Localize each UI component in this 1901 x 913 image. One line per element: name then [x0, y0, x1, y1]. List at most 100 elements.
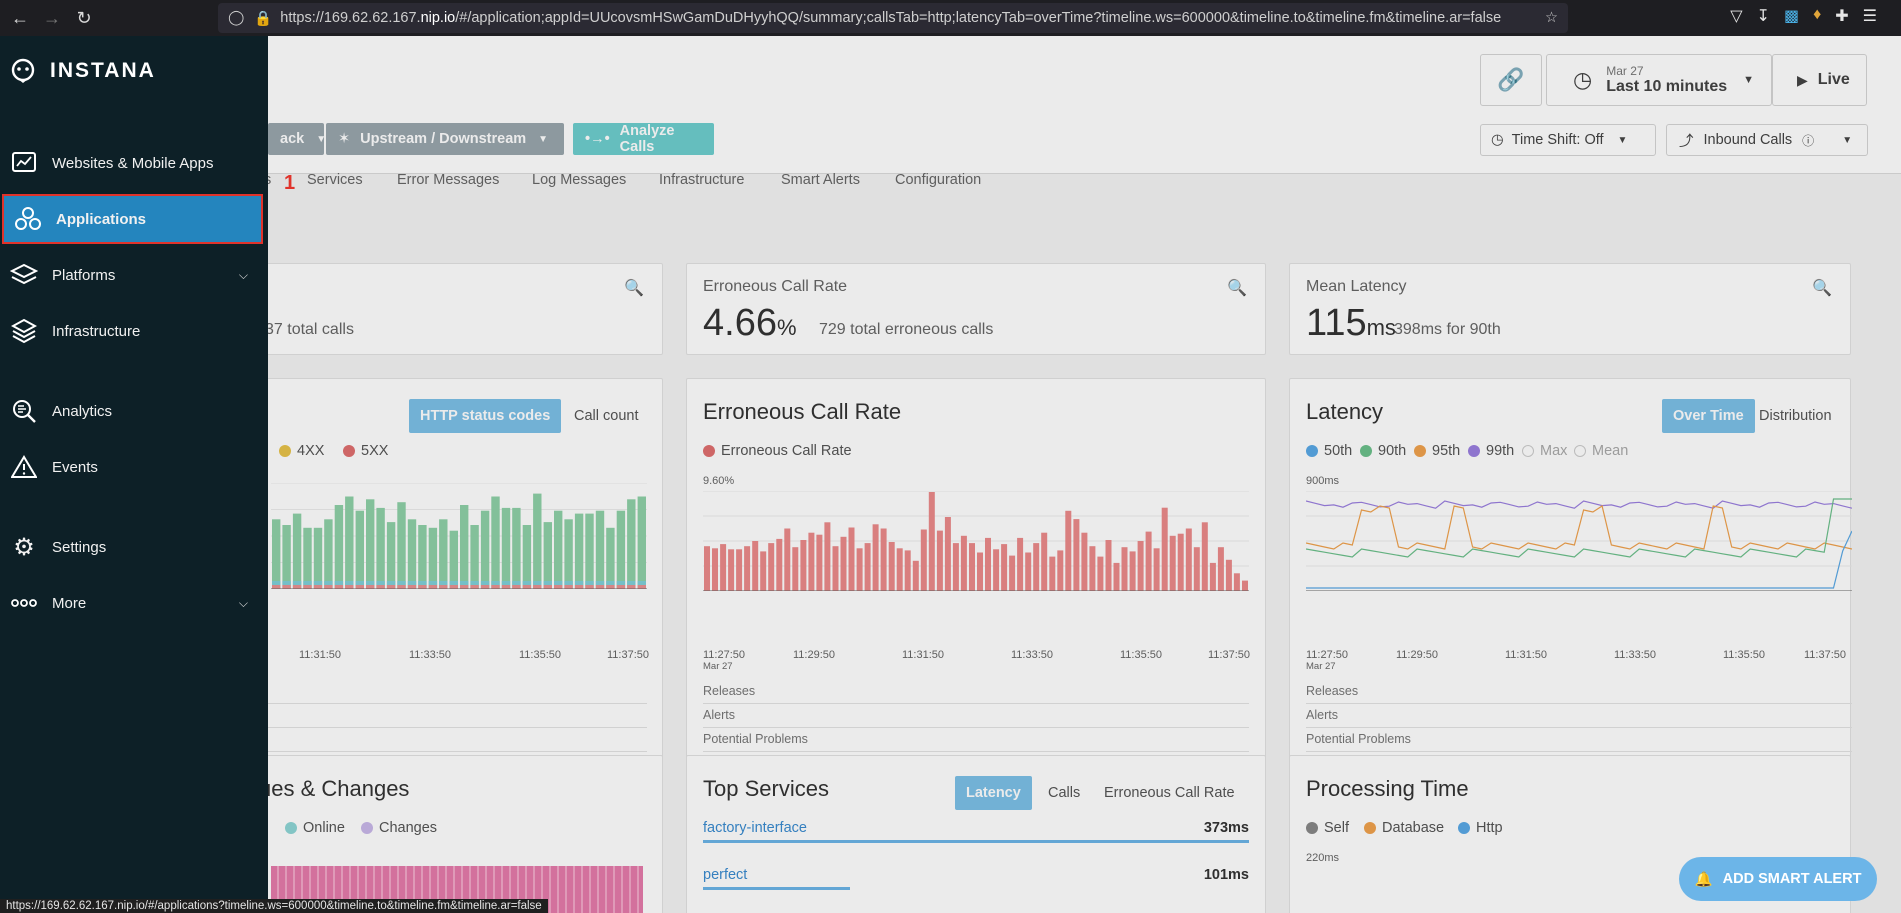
time-range-label: Last 10 minutes: [1606, 78, 1728, 95]
calls-5xx-bar: [282, 585, 291, 589]
calls-2xx-bar: [303, 527, 312, 589]
error-rate-bar: [969, 543, 975, 591]
share-link-button[interactable]: 🔗: [1480, 54, 1542, 106]
error-rate-bar: [1041, 532, 1048, 591]
error-rate-bar: [936, 530, 943, 591]
tab-services[interactable]: Services: [307, 172, 363, 188]
sidebar-item-events[interactable]: Events: [0, 442, 268, 492]
divider: [1306, 727, 1852, 728]
error-rate-bar: [1177, 533, 1184, 591]
processing-time-title: Processing Time: [1306, 776, 1469, 801]
extension-icon[interactable]: ♦: [1813, 6, 1821, 26]
back-icon[interactable]: ←: [8, 6, 32, 30]
error-rate-bar: [840, 536, 847, 591]
service-latency: 101ms: [1203, 867, 1249, 883]
service-link[interactable]: perfect: [703, 867, 747, 883]
sidebar-item-platforms[interactable]: Platforms ⌵: [0, 250, 268, 300]
call-count-button[interactable]: Call count: [563, 399, 649, 433]
zoom-icon[interactable]: 🔍: [624, 278, 644, 298]
puzzle-icon[interactable]: ✚: [1835, 6, 1848, 26]
tab-log-messages[interactable]: Log Messages: [532, 172, 626, 188]
error-rate-bar: [928, 492, 935, 591]
error-rate-metric-card: Erroneous Call Rate 4.66% 729 total erro…: [686, 263, 1266, 355]
x-tick: 11:29:50: [793, 649, 836, 661]
tab-smart-alerts[interactable]: Smart Alerts: [781, 172, 860, 188]
zoom-icon[interactable]: 🔍: [1812, 278, 1832, 298]
url-bar[interactable]: ◯ 🔒 https://169.62.62.167. nip.io/#/appli…: [218, 3, 1568, 33]
stack-button[interactable]: ack ▼: [268, 123, 326, 155]
sidebar-item-settings[interactable]: ⚙ Settings: [0, 522, 268, 572]
calls-3xx-bar: [324, 581, 333, 585]
service-latency-bar: [703, 887, 850, 890]
sidebar-item-websites[interactable]: Websites & Mobile Apps: [0, 138, 268, 188]
instana-logo[interactable]: INSTANA: [10, 58, 156, 84]
legend-http[interactable]: Http: [1458, 820, 1503, 836]
over-time-button[interactable]: Over Time: [1662, 399, 1755, 433]
tab-error-messages[interactable]: Error Messages: [397, 172, 499, 188]
legend-online[interactable]: Online: [285, 820, 345, 836]
legend-mean[interactable]: Mean: [1574, 443, 1628, 459]
add-smart-alert-button[interactable]: 🔔 ADD SMART ALERT: [1679, 857, 1877, 901]
bookmark-star-icon[interactable]: ☆: [1545, 10, 1558, 26]
calls-2xx-bar: [313, 527, 323, 589]
calls-tab-button[interactable]: Calls: [1037, 776, 1091, 810]
bell-icon: 🔔: [1694, 871, 1713, 888]
latency-tab-button[interactable]: Latency: [955, 776, 1032, 810]
y-axis-max: 220ms: [1306, 852, 1340, 864]
menu-icon[interactable]: ☰: [1863, 6, 1877, 26]
legend-5xx[interactable]: 5XX: [343, 443, 388, 459]
error-rate-chart: [703, 491, 1249, 591]
calls-5xx-bar: [313, 585, 323, 589]
time-range-picker[interactable]: ◷ Mar 27 Last 10 minutes ▼: [1546, 54, 1772, 106]
sidebar-item-more[interactable]: More ⌵: [0, 578, 268, 628]
error-rate-bar: [768, 543, 775, 591]
chevron-down-icon: ▼: [1743, 74, 1755, 86]
legend-database[interactable]: Database: [1364, 820, 1444, 836]
reload-icon[interactable]: ↻: [72, 6, 96, 30]
calls-2xx-bar: [345, 496, 354, 589]
erroneous-rate-tab-button[interactable]: Erroneous Call Rate: [1093, 776, 1246, 810]
sidebar-item-infrastructure[interactable]: Infrastructure: [0, 306, 268, 356]
http-status-codes-button[interactable]: HTTP status codes: [409, 399, 562, 433]
calls-total: 37 total calls: [265, 321, 354, 338]
inbound-calls-dropdown[interactable]: ⤴ Inbound Calls ⓘ ▼: [1666, 124, 1868, 156]
calls-3xx-bar: [418, 581, 427, 585]
potential-problems-row: Potential Problems: [703, 732, 808, 746]
calls-2xx-bar: [407, 519, 417, 589]
chevron-down-icon: ⌵: [238, 267, 248, 282]
pocket-icon[interactable]: ▽: [1730, 6, 1742, 26]
live-button[interactable]: ▶ Live: [1772, 54, 1867, 106]
service-link[interactable]: factory-interface: [703, 820, 807, 836]
sidebar-item-analytics[interactable]: Analytics: [0, 386, 268, 436]
legend-50th[interactable]: 50th: [1306, 443, 1352, 459]
zoom-icon[interactable]: 🔍: [1227, 278, 1247, 298]
legend-95th[interactable]: 95th: [1414, 443, 1460, 459]
save-icon[interactable]: ▩: [1784, 6, 1799, 26]
calls-5xx-bar: [418, 585, 427, 589]
brand-name: INSTANA: [50, 59, 156, 82]
calls-3xx-bar: [522, 581, 532, 585]
sidebar-item-label: Applications: [56, 210, 147, 228]
error-rate-bar: [1049, 556, 1056, 591]
analyze-calls-button[interactable]: •→• Analyze Calls: [573, 123, 714, 155]
divider: [703, 727, 1249, 728]
legend-self[interactable]: Self: [1306, 820, 1349, 836]
tab-infrastructure[interactable]: Infrastructure: [659, 172, 744, 188]
error-rate-bar: [977, 552, 983, 591]
error-rate-bar: [1105, 540, 1112, 591]
legend-90th[interactable]: 90th: [1360, 443, 1406, 459]
legend-max[interactable]: Max: [1522, 443, 1567, 459]
link-icon: 🔗: [1497, 67, 1525, 92]
time-shift-dropdown[interactable]: ◷ Time Shift: Off ▼: [1480, 124, 1656, 156]
legend-99th[interactable]: 99th: [1468, 443, 1514, 459]
legend-changes[interactable]: Changes: [361, 820, 437, 836]
distribution-button[interactable]: Distribution: [1748, 399, 1843, 433]
download-icon[interactable]: ↧: [1757, 6, 1770, 26]
legend-error-rate[interactable]: Erroneous Call Rate: [703, 443, 852, 459]
calls-3xx-bar: [616, 581, 626, 585]
sidebar-item-applications[interactable]: Applications: [2, 194, 263, 244]
tab-configuration[interactable]: Configuration: [895, 172, 981, 188]
forward-icon[interactable]: →: [40, 6, 64, 30]
legend-4xx[interactable]: 4XX: [279, 443, 324, 459]
upstream-downstream-button[interactable]: ✶ Upstream / Downstream ▼: [326, 123, 564, 155]
